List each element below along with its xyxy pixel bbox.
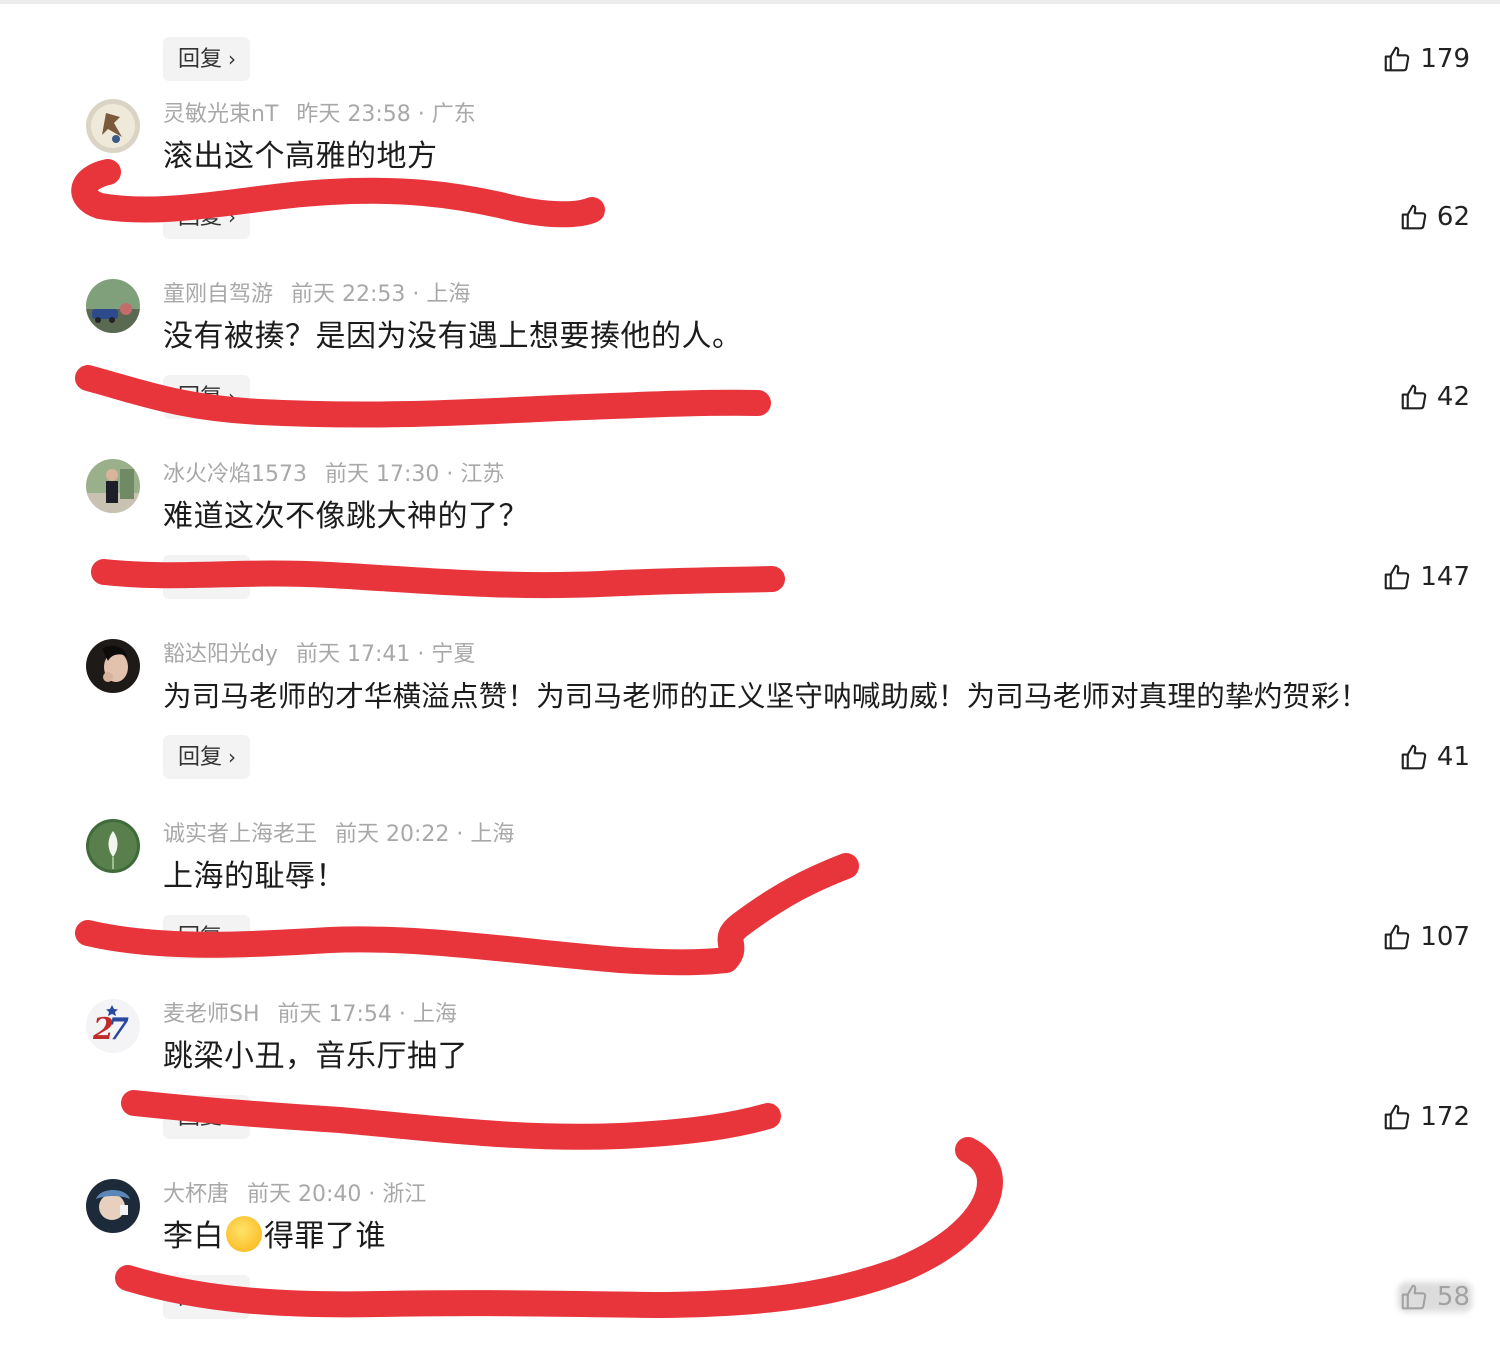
region: 上海 bbox=[470, 822, 515, 847]
chevron-right-icon: › bbox=[228, 1105, 237, 1129]
laughing-crying-emoji-icon bbox=[226, 1216, 262, 1252]
timestamp: 前天 20:22 bbox=[335, 822, 450, 847]
region: 江苏 bbox=[460, 462, 505, 487]
reply-button[interactable]: 回复 › bbox=[163, 915, 251, 959]
username[interactable]: 灵敏光束nT bbox=[163, 102, 278, 127]
chevron-right-icon: › bbox=[228, 925, 237, 949]
timestamp: 昨天 23:58 bbox=[296, 102, 411, 127]
like-button[interactable]: 107 bbox=[1382, 918, 1470, 956]
comment-item: 诚实者上海老王 前天 20:22 · 上海 上海的耻辱！ 回复 › 107 bbox=[0, 818, 1500, 998]
comment-text: 为司马老师的才华横溢点赞！为司马老师的正义坚守呐喊助威！为司马老师对真理的挚灼贺… bbox=[163, 680, 1369, 713]
comment-meta: 豁达阳光dy 前天 17:41 · 宁夏 bbox=[163, 642, 476, 667]
username[interactable]: 童刚自驾游 bbox=[163, 282, 273, 307]
like-button[interactable]: 41 bbox=[1399, 738, 1470, 776]
comment-meta: 诚实者上海老王 前天 20:22 · 上海 bbox=[163, 822, 515, 847]
thumbs-up-icon bbox=[1385, 46, 1410, 72]
thumbs-up-icon bbox=[1385, 564, 1410, 590]
reply-button[interactable]: 回复 › bbox=[163, 555, 251, 599]
username[interactable]: 诚实者上海老王 bbox=[163, 822, 317, 847]
comment-item: 大杯唐 前天 20:40 · 浙江 李白 得罪了谁 回复 › 58 bbox=[0, 1178, 1500, 1358]
avatar[interactable] bbox=[86, 279, 140, 333]
thumbs-up-icon bbox=[1385, 1104, 1410, 1130]
thumbs-up-icon bbox=[1385, 924, 1410, 950]
avatar[interactable] bbox=[86, 819, 140, 873]
comment-item: 灵敏光束nT 昨天 23:58 · 广东 滚出这个高雅的地方 回复 › 62 bbox=[0, 98, 1500, 278]
like-button[interactable]: 62 bbox=[1399, 198, 1470, 236]
reply-button[interactable]: 回复 › bbox=[163, 195, 251, 239]
region: 上海 bbox=[412, 1002, 457, 1027]
comment-item: 27 麦老师SH 前天 17:54 · 上海 跳梁小丑，音乐厅抽了 回复 › 172 bbox=[0, 998, 1500, 1178]
avatar[interactable] bbox=[86, 1179, 140, 1233]
timestamp: 前天 22:53 bbox=[291, 282, 406, 307]
timestamp: 前天 17:30 bbox=[325, 462, 440, 487]
comment-meta: 童刚自驾游 前天 22:53 · 上海 bbox=[163, 282, 471, 307]
like-button[interactable]: 147 bbox=[1382, 558, 1470, 596]
reply-button[interactable]: 回复 › bbox=[163, 375, 251, 419]
chevron-right-icon: › bbox=[228, 745, 237, 769]
chevron-right-icon: › bbox=[228, 1285, 237, 1309]
reply-button[interactable]: 回复 › bbox=[163, 1275, 251, 1319]
comment-meta: 灵敏光束nT 昨天 23:58 · 广东 bbox=[163, 102, 476, 127]
region: 浙江 bbox=[382, 1182, 427, 1207]
region: 宁夏 bbox=[431, 642, 476, 667]
reply-button[interactable]: 回复 › bbox=[163, 37, 251, 81]
like-button[interactable]: 42 bbox=[1399, 378, 1470, 416]
timestamp: 前天 17:41 bbox=[296, 642, 411, 667]
thumbs-up-icon bbox=[1401, 744, 1427, 770]
username[interactable]: 麦老师SH bbox=[163, 1002, 260, 1027]
username[interactable]: 豁达阳光dy bbox=[163, 642, 278, 667]
watermark bbox=[1398, 1282, 1472, 1312]
avatar[interactable] bbox=[86, 99, 140, 153]
chevron-right-icon: › bbox=[228, 385, 237, 409]
username[interactable]: 冰火冷焰1573 bbox=[163, 462, 307, 487]
avatar[interactable]: 27 bbox=[86, 999, 140, 1053]
chevron-right-icon: › bbox=[228, 565, 237, 589]
chevron-right-icon: › bbox=[228, 47, 237, 71]
svg-text:7: 7 bbox=[108, 1012, 129, 1047]
comment-text: 滚出这个高雅的地方 bbox=[163, 139, 438, 174]
timestamp: 前天 17:54 bbox=[277, 1002, 392, 1027]
username[interactable]: 大杯唐 bbox=[163, 1182, 229, 1207]
region: 上海 bbox=[426, 282, 471, 307]
comment-meta: 麦老师SH 前天 17:54 · 上海 bbox=[163, 1002, 457, 1027]
avatar[interactable] bbox=[86, 639, 140, 693]
like-button[interactable]: 179 bbox=[1382, 40, 1470, 78]
comment-item: 冰火冷焰1573 前天 17:30 · 江苏 难道这次不像跳大神的了？ 回复 › 1… bbox=[0, 458, 1500, 638]
comment-meta: 冰火冷焰1573 前天 17:30 · 江苏 bbox=[163, 462, 505, 487]
timestamp: 前天 20:40 bbox=[247, 1182, 362, 1207]
comment-text: 李白 得罪了谁 bbox=[163, 1216, 386, 1258]
chevron-right-icon: › bbox=[228, 205, 237, 229]
reply-button[interactable]: 回复 › bbox=[163, 735, 251, 779]
comment-text: 上海的耻辱！ bbox=[163, 859, 346, 894]
comment-text: 没有被揍？是因为没有遇上想要揍他的人。 bbox=[163, 319, 743, 354]
region: 广东 bbox=[431, 102, 476, 127]
comment-item: 豁达阳光dy 前天 17:41 · 宁夏 为司马老师的才华横溢点赞！为司马老师的正… bbox=[0, 638, 1500, 818]
comment-item: 童刚自驾游 前天 22:53 · 上海 没有被揍？是因为没有遇上想要揍他的人。 回… bbox=[0, 278, 1500, 458]
reply-button[interactable]: 回复 › bbox=[163, 1095, 251, 1139]
comment-text: 难道这次不像跳大神的了？ bbox=[163, 499, 529, 534]
comment-text: 跳梁小丑，音乐厅抽了 bbox=[163, 1039, 468, 1074]
thumbs-up-icon bbox=[1401, 204, 1427, 230]
comment-meta: 大杯唐 前天 20:40 · 浙江 bbox=[163, 1182, 427, 1207]
avatar[interactable] bbox=[86, 459, 140, 513]
like-button[interactable]: 172 bbox=[1382, 1098, 1470, 1136]
thumbs-up-icon bbox=[1401, 384, 1427, 410]
